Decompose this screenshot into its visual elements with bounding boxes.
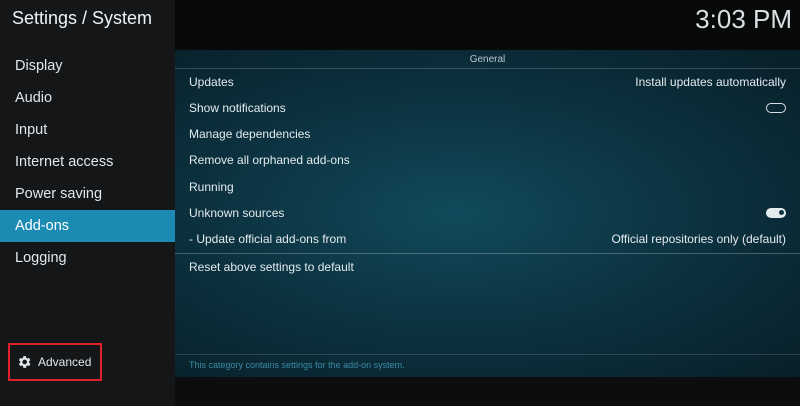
sidebar-item-add-ons[interactable]: Add-ons [0, 210, 175, 242]
settings-panel: General Updates Install updates automati… [175, 50, 800, 377]
toggle-knob [779, 210, 784, 215]
page-title: Settings / System [12, 8, 153, 28]
gear-icon [18, 356, 31, 368]
setting-running[interactable]: Running [189, 176, 786, 198]
advanced-label: Advanced [38, 355, 92, 369]
sidebar-item-logging[interactable]: Logging [0, 242, 175, 274]
divider [175, 253, 800, 254]
sidebar-item-internet-access[interactable]: Internet access [0, 146, 175, 178]
setting-show-notifications[interactable]: Show notifications [189, 97, 786, 119]
clock: 3:03 PM [695, 4, 792, 34]
sidebar-item-power-saving[interactable]: Power saving [0, 178, 175, 210]
show-notifications-toggle[interactable] [766, 103, 786, 113]
bottom-strip [175, 377, 800, 406]
advanced-settings-level-button[interactable]: Advanced [8, 343, 102, 381]
setting-label: Updates [189, 75, 234, 89]
toggle-knob [768, 105, 773, 110]
setting-value: Official repositories only (default) [611, 232, 786, 246]
setting-label: Show notifications [189, 101, 286, 115]
section-title: General [469, 54, 506, 65]
sidebar-item-display[interactable]: Display [0, 50, 175, 82]
setting-value: Install updates automatically [635, 75, 786, 89]
description-bar: This category contains settings for the … [175, 354, 800, 378]
sidebar: Settings / System Display Audio Input In… [0, 0, 175, 406]
section-header: General [175, 54, 800, 69]
setting-remove-orphaned-addons[interactable]: Remove all orphaned add-ons [189, 149, 786, 171]
top-bar: 3:03 PM [175, 0, 800, 50]
setting-label: Manage dependencies [189, 127, 311, 141]
setting-manage-dependencies[interactable]: Manage dependencies [189, 123, 786, 145]
sidebar-item-audio[interactable]: Audio [0, 82, 175, 114]
setting-updates[interactable]: Updates Install updates automatically [189, 71, 786, 93]
setting-label: Reset above settings to default [189, 260, 354, 274]
setting-unknown-sources[interactable]: Unknown sources [189, 202, 786, 224]
setting-label: Unknown sources [189, 206, 285, 220]
setting-label: Remove all orphaned add-ons [189, 153, 350, 167]
reset-settings-button[interactable]: Reset above settings to default [189, 256, 786, 278]
setting-label: - Update official add-ons from [189, 232, 347, 246]
setting-update-official-addons-from[interactable]: - Update official add-ons from Official … [189, 228, 786, 250]
sidebar-item-input[interactable]: Input [0, 114, 175, 146]
sidebar-nav: Display Audio Input Internet access Powe… [0, 50, 175, 274]
setting-label: Running [189, 180, 234, 194]
unknown-sources-toggle[interactable] [766, 208, 786, 218]
category-description: This category contains settings for the … [189, 360, 405, 370]
